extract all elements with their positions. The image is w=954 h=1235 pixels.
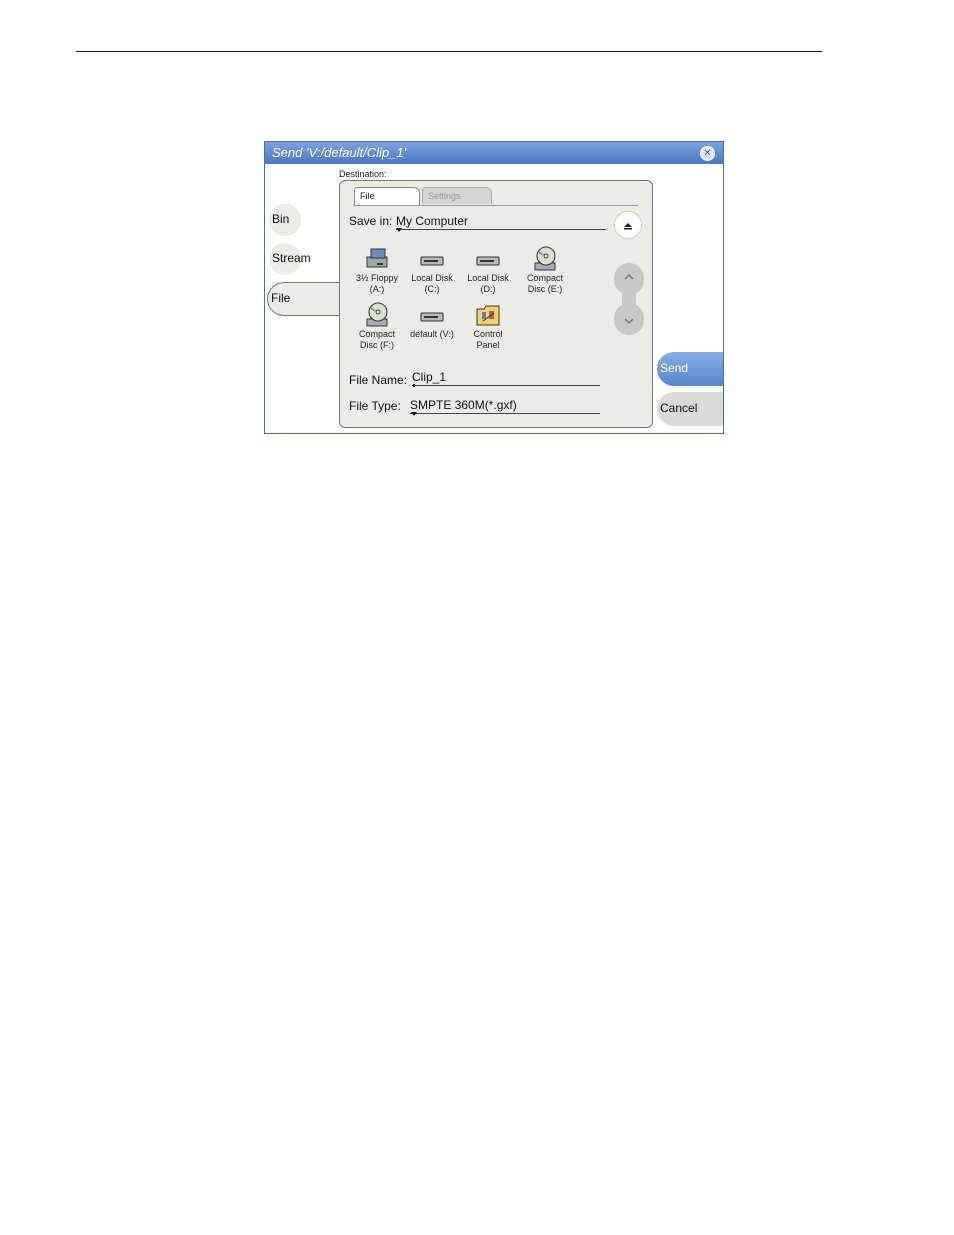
item-label: Disc (E:) [527,284,563,294]
send-button[interactable]: Send [657,352,723,386]
item-label: Disc (F:) [360,340,394,350]
item-label: default (V:) [410,329,454,339]
item-label: Local Disk [467,273,509,283]
close-icon: ✕ [703,148,712,159]
chevron-down-icon [624,318,634,325]
scroll-control [614,263,644,337]
up-folder-icon [624,223,632,230]
chevron-up-icon [624,273,634,280]
control-panel-folder-icon [476,305,500,326]
save-in-dropdown[interactable]: My Computer [396,214,606,230]
scroll-down-button[interactable] [614,303,644,335]
close-button[interactable]: ✕ [700,146,715,161]
item-label: Compact [358,329,395,339]
dialog-title: Send 'V:/default/Clip_1' [272,145,407,160]
scroll-up-button[interactable] [614,263,644,295]
item-label: (C:) [424,284,440,294]
side-tab-bin[interactable]: Bin [269,204,301,236]
item-label: Local Disk [411,273,453,283]
item-floppy-a[interactable]: 3½ Floppy (A:) [347,245,407,295]
hard-disk-icon [420,312,444,322]
cd-drive-icon [366,302,388,327]
item-label: (D:) [480,284,496,294]
tab-settings[interactable]: Settings [422,187,492,204]
save-in-label: Save in: [349,214,393,228]
page-header-rule [76,51,822,52]
item-local-disk-c[interactable]: Local Disk (C:) [402,245,462,295]
send-button-label: Send [660,361,689,375]
tab-divider [354,205,638,206]
item-label: 3½ Floppy [355,273,399,283]
item-compact-disc-f[interactable]: Compact Disc (F:) [347,301,407,351]
file-type-label: File Type: [349,399,401,413]
chevron-down-icon [411,412,417,416]
up-folder-button[interactable] [614,211,642,239]
hard-disk-icon [476,256,500,266]
floppy-drive-icon [366,248,388,268]
tab-file[interactable]: File [354,187,420,205]
file-type-dropdown[interactable]: SMPTE 360M(*.gxf) [410,398,600,414]
dialog-titlebar: Send 'V:/default/Clip_1' ✕ [265,142,723,164]
side-tab-file[interactable]: File [267,282,347,316]
item-label: (A:) [369,284,385,294]
side-tab-bin-label: Bin [272,212,290,226]
destination-panel: File Settings Save in: My Computer 3½ Fl… [339,180,653,428]
item-default-v[interactable]: default (V:) [402,301,462,340]
tab-settings-label: Settings [428,191,461,201]
item-label: Panel [476,340,500,350]
side-tab-stream[interactable]: Stream [269,243,311,275]
item-label: Control [473,329,503,339]
chevron-down-icon [396,228,402,232]
file-name-input[interactable]: Clip_1 [412,370,600,386]
send-dialog: Send 'V:/default/Clip_1' ✕ Bin Stream Fi… [264,141,724,434]
tab-file-label: File [360,191,375,201]
destination-label: Destination: [339,169,387,179]
cancel-button[interactable]: Cancel [657,392,723,426]
item-local-disk-d[interactable]: Local Disk (D:) [458,245,518,295]
item-control-panel[interactable]: Control Panel [458,301,518,351]
cd-drive-icon [534,246,556,271]
item-compact-disc-e[interactable]: Compact Disc (E:) [515,245,575,295]
cancel-button-label: Cancel [660,401,698,415]
side-tab-stream-label: Stream [272,251,311,265]
side-tab-file-label: File [271,291,291,305]
hard-disk-icon [420,256,444,266]
text-caret [413,384,415,387]
item-label: Compact [526,273,563,283]
file-name-label: File Name: [349,373,408,387]
